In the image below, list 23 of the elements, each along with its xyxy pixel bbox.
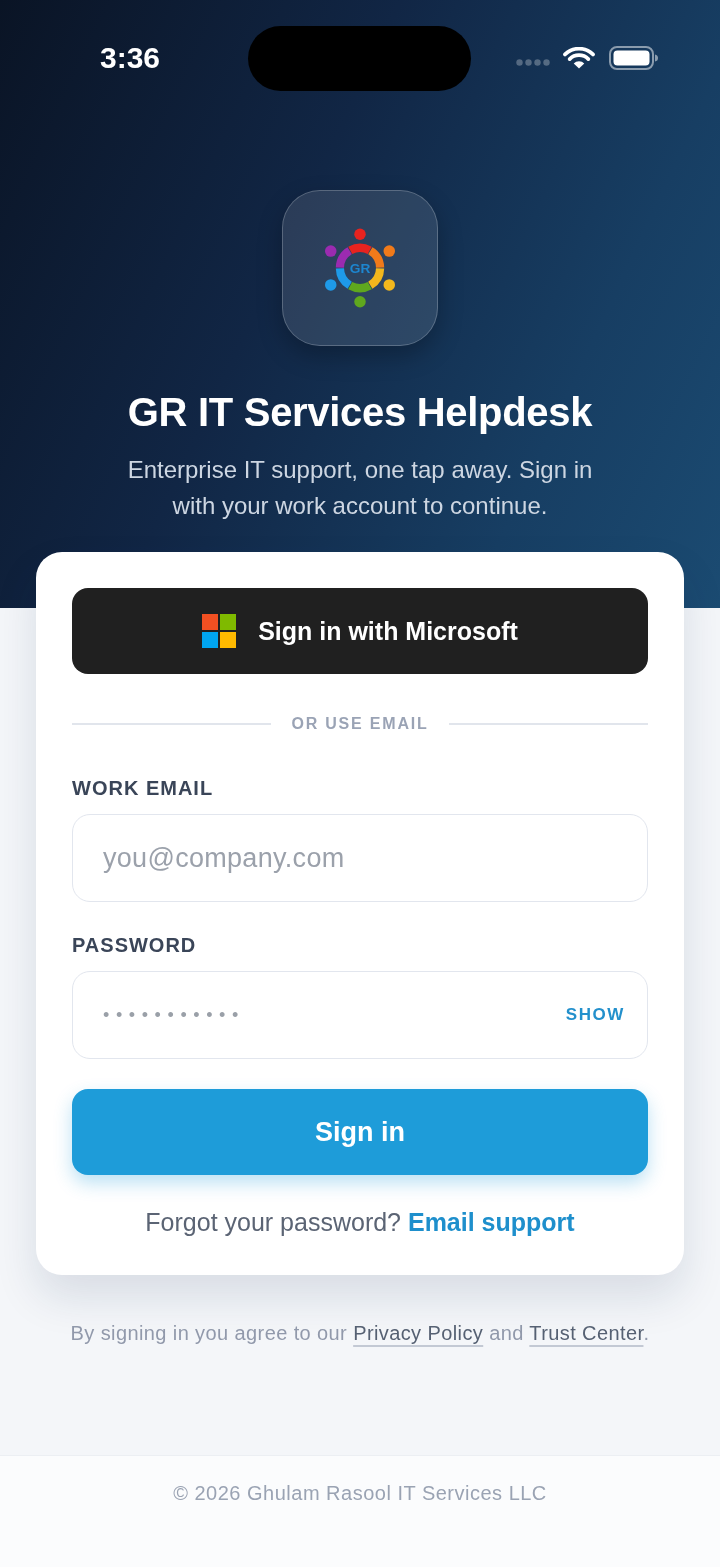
status-time: 3:36 [100, 41, 161, 74]
legal-link[interactable]: Privacy Policy [353, 1322, 484, 1344]
app-subtitle: Enterprise IT support, one tap away. Sign in with your work account to continue. [126, 455, 594, 521]
field-label: PASSWORD [72, 933, 198, 957]
email-field[interactable]: you@company.com [72, 814, 648, 902]
forgot-password-text: Forgot your password? Email support [144, 1207, 576, 1237]
microsoft-sign-in-button[interactable]: Sign in with Microsoft [72, 588, 648, 674]
app-title: GR IT Services Helpdesk [127, 389, 593, 435]
logo-text: GR [349, 260, 371, 276]
legal-notice-text: By signing in you agree to our Privacy Policy and Trust Center. [69, 1321, 651, 1346]
password-field[interactable]: ••••••••••• SHOW [72, 971, 648, 1059]
people-ring-icon [325, 228, 395, 308]
sign-in-button[interactable]: Sign in [72, 1089, 648, 1175]
show-password-button[interactable]: SHOW [565, 1005, 625, 1025]
signal-dots-icon [516, 58, 550, 66]
email-support-link[interactable]: Email support [407, 1208, 575, 1236]
divider-label: OR USE EMAIL [291, 715, 429, 733]
four-squares-icon [202, 614, 237, 648]
battery-icon [609, 46, 658, 70]
wifi-icon [563, 47, 595, 69]
copyright-text: © 2026 Ghulam Rasool IT Services LLC [173, 1482, 547, 1504]
legal-link[interactable]: Trust Center [529, 1322, 644, 1344]
field-label: WORK EMAIL [72, 776, 215, 800]
